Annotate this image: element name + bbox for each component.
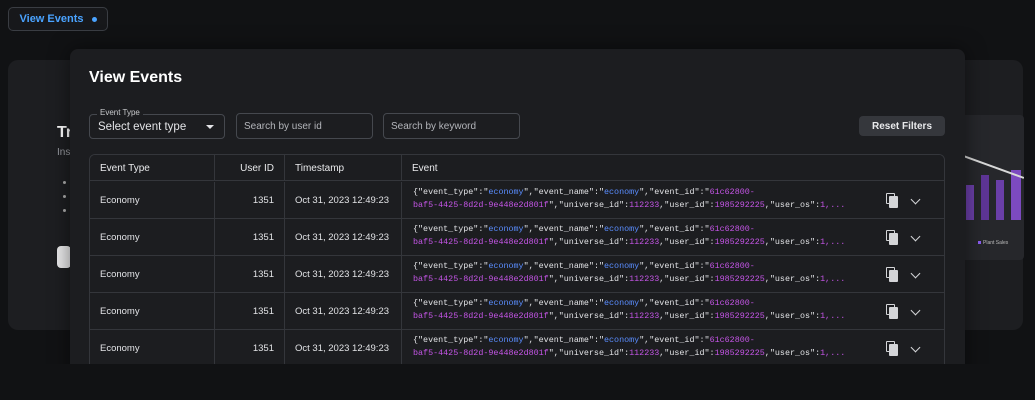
caret-down-icon — [206, 125, 214, 129]
cell-timestamp: Oct 31, 2023 12:49:23 — [295, 195, 390, 206]
view-events-modal: View Events Event Type Select event type… — [70, 49, 965, 400]
cell-timestamp: Oct 31, 2023 12:49:23 — [295, 269, 390, 280]
cell-event-type: Economy — [100, 232, 140, 243]
background-button[interactable] — [57, 246, 71, 268]
column-header-user-id[interactable]: User ID — [240, 163, 274, 174]
table-row[interactable]: Economy 1351 Oct 31, 2023 12:49:23 {"event_… — [90, 330, 944, 367]
cell-timestamp: Oct 31, 2023 12:49:23 — [295, 306, 390, 317]
bullet-icon — [63, 195, 66, 198]
cell-user-id: 1351 — [252, 306, 274, 317]
bullet-icon — [63, 181, 66, 184]
cell-event-type: Economy — [100, 343, 140, 354]
status-dot-icon — [91, 16, 97, 22]
cell-timestamp: Oct 31, 2023 12:49:23 — [295, 232, 390, 243]
view-events-label: View Events — [19, 13, 84, 25]
table-row[interactable]: Economy 1351 Oct 31, 2023 12:49:23 {"event_… — [90, 182, 944, 219]
column-header-event-type[interactable]: Event Type — [100, 163, 150, 174]
cell-event-type: Economy — [100, 195, 140, 206]
table-row[interactable]: Economy 1351 Oct 31, 2023 12:49:23 {"event_… — [90, 219, 944, 256]
copy-icon[interactable] — [886, 304, 898, 319]
reset-filters-button[interactable]: Reset Filters — [859, 116, 945, 136]
table-row[interactable]: Economy 1351 Oct 31, 2023 12:49:23 {"event_… — [90, 256, 944, 293]
user-id-search-input[interactable] — [236, 113, 373, 139]
bullet-icon — [63, 209, 66, 212]
copy-icon[interactable] — [886, 267, 898, 282]
chevron-down-icon[interactable] — [910, 342, 921, 353]
chevron-down-icon[interactable] — [910, 194, 921, 205]
table-header-row: Event Type User ID Timestamp Event — [90, 155, 944, 181]
copy-icon[interactable] — [886, 341, 898, 356]
cell-timestamp: Oct 31, 2023 12:49:23 — [295, 343, 390, 354]
event-type-value: Select event type — [98, 121, 187, 133]
event-type-label: Event Type — [97, 108, 143, 117]
cell-user-id: 1351 — [252, 269, 274, 280]
cell-user-id: 1351 — [252, 195, 274, 206]
cell-user-id: 1351 — [252, 343, 274, 354]
chevron-down-icon[interactable] — [910, 305, 921, 316]
chevron-down-icon[interactable] — [910, 231, 921, 242]
cell-user-id: 1351 — [252, 232, 274, 243]
bottom-overlay — [0, 364, 1035, 400]
chevron-down-icon[interactable] — [910, 268, 921, 279]
chart-legend: Plant Sales — [978, 240, 1008, 246]
cell-event-json: {"event_type":"economy","event_name":"ec… — [413, 261, 846, 284]
keyword-search-input[interactable] — [383, 113, 520, 139]
cell-event-json: {"event_type":"economy","event_name":"ec… — [413, 335, 846, 358]
copy-icon[interactable] — [886, 230, 898, 245]
modal-title: View Events — [89, 69, 183, 86]
copy-icon[interactable] — [886, 193, 898, 208]
cell-event-json: {"event_type":"economy","event_name":"ec… — [413, 187, 846, 210]
cell-event-json: {"event_type":"economy","event_name":"ec… — [413, 224, 846, 247]
column-header-event[interactable]: Event — [412, 163, 438, 174]
background-subtitle: Ins — [57, 147, 71, 158]
view-events-button[interactable]: View Events — [8, 7, 108, 31]
cell-event-type: Economy — [100, 306, 140, 317]
cell-event-json: {"event_type":"economy","event_name":"ec… — [413, 298, 846, 321]
cell-event-type: Economy — [100, 269, 140, 280]
table-row[interactable]: Economy 1351 Oct 31, 2023 12:49:23 {"event_… — [90, 293, 944, 330]
event-type-select[interactable]: Event Type Select event type — [89, 108, 225, 139]
column-header-timestamp[interactable]: Timestamp — [295, 163, 344, 174]
